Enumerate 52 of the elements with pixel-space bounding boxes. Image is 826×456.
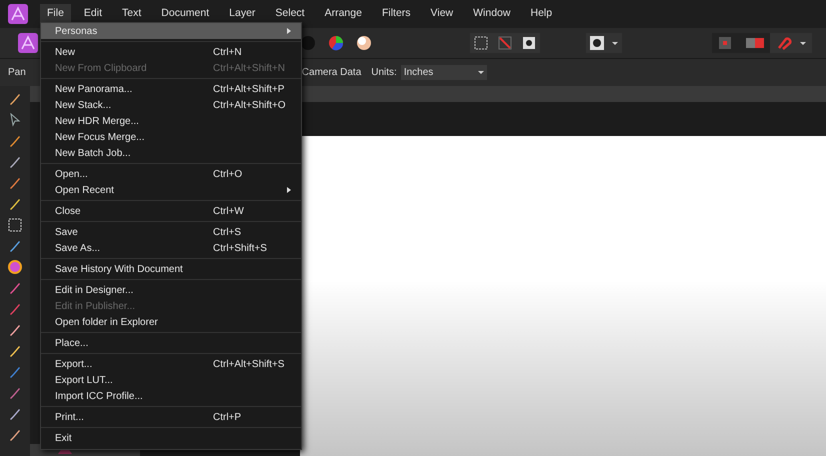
magnet-icon[interactable]	[776, 36, 792, 50]
tone-circle-icon[interactable]	[356, 35, 372, 51]
menu-item[interactable]: New Focus Merge...	[41, 129, 301, 145]
selection-icon[interactable]	[8, 218, 22, 232]
menu-item[interactable]: Place...	[41, 335, 301, 351]
app-logo-icon	[8, 4, 28, 24]
menu-bar-item[interactable]: View	[424, 4, 460, 24]
menu-bar-item[interactable]: Edit	[76, 4, 110, 24]
menu-bar-item[interactable]: Help	[523, 4, 560, 24]
menu-bar-item[interactable]: Document	[154, 4, 216, 24]
menu-item[interactable]: Personas	[41, 23, 301, 39]
diagonal-line-icon[interactable]	[498, 36, 512, 50]
dropdown-caret-icon[interactable]	[800, 42, 806, 44]
menu-item[interactable]: Open Recent	[41, 182, 301, 198]
grid-icon[interactable]	[718, 36, 732, 50]
menu-item[interactable]: Save History With Document	[41, 261, 301, 277]
tool-name-label: Pan	[7, 66, 26, 80]
menu-bar-item[interactable]: Layer	[222, 4, 262, 24]
menu-bar-item[interactable]: Filters	[374, 4, 418, 24]
submenu-arrow-icon	[287, 28, 291, 34]
mask-icon[interactable]	[522, 36, 536, 50]
menu-item[interactable]: New Batch Job...	[41, 145, 301, 161]
menu-bar-item[interactable]: Arrange	[318, 4, 369, 24]
menu-item[interactable]: Open folder in Explorer	[41, 314, 301, 330]
circle-mask-icon[interactable]	[590, 36, 604, 50]
units-label: Units:	[371, 66, 397, 80]
marquee-icon[interactable]	[474, 36, 488, 50]
menu-item[interactable]: Close Ctrl+W	[41, 203, 301, 219]
menu-item[interactable]: New Panorama... Ctrl+Alt+Shift+P	[41, 81, 301, 97]
menu-item[interactable]: Edit in Designer...	[41, 282, 301, 298]
menu-item[interactable]: New Stack... Ctrl+Alt+Shift+O	[41, 97, 301, 113]
menu-item[interactable]: Import ICC Profile...	[41, 388, 301, 404]
menu-item[interactable]: New HDR Merge...	[41, 113, 301, 129]
menu-item[interactable]: Open... Ctrl+O	[41, 166, 301, 182]
menu-bar-item[interactable]: Select	[268, 4, 312, 24]
menu-item[interactable]: Save Ctrl+S	[41, 224, 301, 240]
toggle-icon[interactable]	[746, 38, 764, 48]
camera-data-label: Camera Data	[302, 66, 362, 80]
dropdown-caret-icon[interactable]	[612, 42, 618, 44]
menu-item[interactable]: Print... Ctrl+P	[41, 409, 301, 425]
menu-item[interactable]: Export... Ctrl+Alt+Shift+S	[41, 356, 301, 372]
units-dropdown[interactable]: Inches	[400, 65, 487, 80]
menu-bar-item[interactable]: Text	[115, 4, 148, 24]
menu-item[interactable]: New Ctrl+N	[41, 44, 301, 60]
submenu-arrow-icon	[287, 187, 291, 193]
menu-bar-item[interactable]: Window	[466, 4, 518, 24]
menu-item[interactable]: Export LUT...	[41, 372, 301, 388]
menu-item[interactable]: Save As... Ctrl+Shift+S	[41, 240, 301, 256]
app-logo-icon	[18, 33, 38, 53]
menu-item[interactable]: Exit	[41, 430, 301, 446]
menu-bar-item[interactable]: File	[40, 4, 71, 24]
pointer-icon[interactable]	[8, 113, 22, 127]
